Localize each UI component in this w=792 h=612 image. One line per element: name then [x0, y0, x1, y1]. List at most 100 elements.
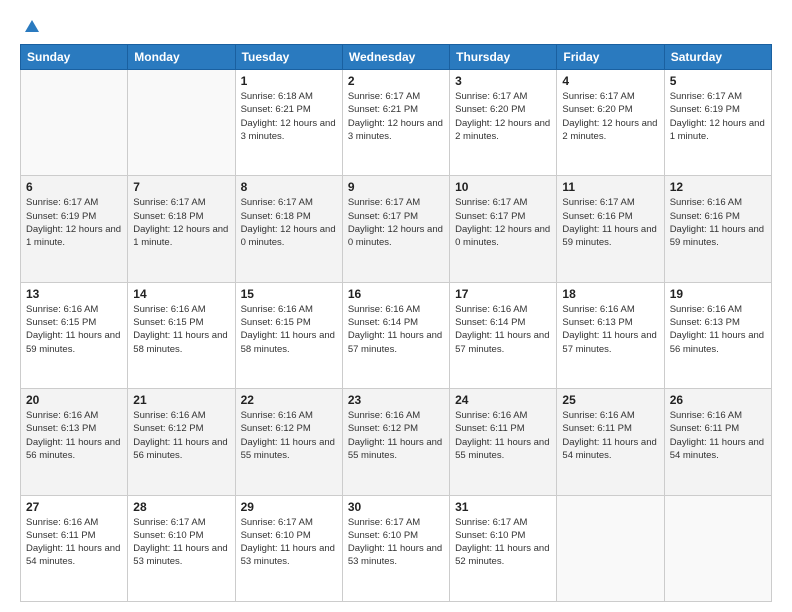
- calendar-cell: 17Sunrise: 6:16 AM Sunset: 6:14 PM Dayli…: [450, 282, 557, 388]
- weekday-header-friday: Friday: [557, 45, 664, 70]
- day-info: Sunrise: 6:16 AM Sunset: 6:11 PM Dayligh…: [26, 516, 122, 569]
- day-info: Sunrise: 6:17 AM Sunset: 6:20 PM Dayligh…: [455, 90, 551, 143]
- day-info: Sunrise: 6:16 AM Sunset: 6:14 PM Dayligh…: [348, 303, 444, 356]
- weekday-header-sunday: Sunday: [21, 45, 128, 70]
- page: SundayMondayTuesdayWednesdayThursdayFrid…: [0, 0, 792, 612]
- calendar-cell: [557, 495, 664, 601]
- weekday-header-monday: Monday: [128, 45, 235, 70]
- day-info: Sunrise: 6:17 AM Sunset: 6:19 PM Dayligh…: [670, 90, 766, 143]
- day-info: Sunrise: 6:16 AM Sunset: 6:13 PM Dayligh…: [26, 409, 122, 462]
- calendar-cell: 30Sunrise: 6:17 AM Sunset: 6:10 PM Dayli…: [342, 495, 449, 601]
- day-number: 12: [670, 180, 766, 194]
- calendar-cell: 9Sunrise: 6:17 AM Sunset: 6:17 PM Daylig…: [342, 176, 449, 282]
- header: [20, 18, 772, 34]
- day-number: 4: [562, 74, 658, 88]
- day-info: Sunrise: 6:17 AM Sunset: 6:19 PM Dayligh…: [26, 196, 122, 249]
- calendar-cell: 15 Sunrise: 6:16 AM Sunset: 6:15 PM Dayli…: [235, 282, 342, 388]
- weekday-header-tuesday: Tuesday: [235, 45, 342, 70]
- day-number: 3: [455, 74, 551, 88]
- day-number: 13: [26, 287, 122, 301]
- day-info: Sunrise: 6:17 AM Sunset: 6:10 PM Dayligh…: [455, 516, 551, 569]
- day-number: 1: [241, 74, 337, 88]
- calendar-cell: [664, 495, 771, 601]
- day-info: Sunrise: 6:17 AM Sunset: 6:10 PM Dayligh…: [241, 516, 337, 569]
- calendar-cell: 13 Sunrise: 6:16 AM Sunset: 6:15 PM Dayli…: [21, 282, 128, 388]
- calendar-week-1: 1 Sunrise: 6:18 AM Sunset: 6:21 PM Daylig…: [21, 70, 772, 176]
- calendar-cell: 2 Sunrise: 6:17 AM Sunset: 6:21 PM Daylig…: [342, 70, 449, 176]
- day-info: Sunrise: 6:16 AM Sunset: 6:11 PM Dayligh…: [455, 409, 551, 462]
- logo-icon: [23, 18, 41, 36]
- day-number: 23: [348, 393, 444, 407]
- calendar-cell: 27 Sunrise: 6:16 AM Sunset: 6:11 PM Dayli…: [21, 495, 128, 601]
- day-info: Sunrise: 6:17 AM Sunset: 6:20 PM Dayligh…: [562, 90, 658, 143]
- calendar-cell: 7Sunrise: 6:17 AM Sunset: 6:18 PM Daylig…: [128, 176, 235, 282]
- calendar-cell: 23 Sunrise: 6:16 AM Sunset: 6:12 PM Dayli…: [342, 389, 449, 495]
- day-info: Sunrise: 6:16 AM Sunset: 6:12 PM Dayligh…: [348, 409, 444, 462]
- day-number: 30: [348, 500, 444, 514]
- calendar-cell: 21 Sunrise: 6:16 AM Sunset: 6:12 PM Dayli…: [128, 389, 235, 495]
- calendar-week-3: 13 Sunrise: 6:16 AM Sunset: 6:15 PM Dayli…: [21, 282, 772, 388]
- day-number: 27: [26, 500, 122, 514]
- calendar-cell: 5 Sunrise: 6:17 AM Sunset: 6:19 PM Daylig…: [664, 70, 771, 176]
- calendar-cell: [21, 70, 128, 176]
- day-info: Sunrise: 6:17 AM Sunset: 6:18 PM Dayligh…: [133, 196, 229, 249]
- day-number: 5: [670, 74, 766, 88]
- calendar-cell: 1 Sunrise: 6:18 AM Sunset: 6:21 PM Daylig…: [235, 70, 342, 176]
- day-number: 10: [455, 180, 551, 194]
- day-info: Sunrise: 6:16 AM Sunset: 6:14 PM Dayligh…: [455, 303, 551, 356]
- day-info: Sunrise: 6:16 AM Sunset: 6:16 PM Dayligh…: [670, 196, 766, 249]
- day-number: 24: [455, 393, 551, 407]
- day-number: 22: [241, 393, 337, 407]
- calendar-cell: 26 Sunrise: 6:16 AM Sunset: 6:11 PM Dayli…: [664, 389, 771, 495]
- calendar-cell: 28Sunrise: 6:17 AM Sunset: 6:10 PM Dayli…: [128, 495, 235, 601]
- day-info: Sunrise: 6:16 AM Sunset: 6:13 PM Dayligh…: [562, 303, 658, 356]
- calendar-cell: 16Sunrise: 6:16 AM Sunset: 6:14 PM Dayli…: [342, 282, 449, 388]
- day-info: Sunrise: 6:16 AM Sunset: 6:11 PM Dayligh…: [670, 409, 766, 462]
- day-info: Sunrise: 6:16 AM Sunset: 6:13 PM Dayligh…: [670, 303, 766, 356]
- day-number: 21: [133, 393, 229, 407]
- day-info: Sunrise: 6:17 AM Sunset: 6:18 PM Dayligh…: [241, 196, 337, 249]
- calendar-week-4: 20 Sunrise: 6:16 AM Sunset: 6:13 PM Dayli…: [21, 389, 772, 495]
- day-info: Sunrise: 6:16 AM Sunset: 6:15 PM Dayligh…: [241, 303, 337, 356]
- day-number: 31: [455, 500, 551, 514]
- calendar-cell: [128, 70, 235, 176]
- calendar-cell: 18Sunrise: 6:16 AM Sunset: 6:13 PM Dayli…: [557, 282, 664, 388]
- calendar-cell: 11 Sunrise: 6:17 AM Sunset: 6:16 PM Dayli…: [557, 176, 664, 282]
- calendar-cell: 3 Sunrise: 6:17 AM Sunset: 6:20 PM Daylig…: [450, 70, 557, 176]
- calendar-cell: 14 Sunrise: 6:16 AM Sunset: 6:15 PM Dayli…: [128, 282, 235, 388]
- day-info: Sunrise: 6:18 AM Sunset: 6:21 PM Dayligh…: [241, 90, 337, 143]
- day-info: Sunrise: 6:16 AM Sunset: 6:12 PM Dayligh…: [133, 409, 229, 462]
- calendar-cell: 22Sunrise: 6:16 AM Sunset: 6:12 PM Dayli…: [235, 389, 342, 495]
- calendar-cell: 20 Sunrise: 6:16 AM Sunset: 6:13 PM Dayli…: [21, 389, 128, 495]
- day-number: 26: [670, 393, 766, 407]
- calendar-header: SundayMondayTuesdayWednesdayThursdayFrid…: [21, 45, 772, 70]
- day-number: 9: [348, 180, 444, 194]
- day-number: 8: [241, 180, 337, 194]
- logo: [20, 18, 41, 34]
- calendar-cell: 19Sunrise: 6:16 AM Sunset: 6:13 PM Dayli…: [664, 282, 771, 388]
- day-info: Sunrise: 6:16 AM Sunset: 6:15 PM Dayligh…: [26, 303, 122, 356]
- day-info: Sunrise: 6:16 AM Sunset: 6:15 PM Dayligh…: [133, 303, 229, 356]
- weekday-header-wednesday: Wednesday: [342, 45, 449, 70]
- day-info: Sunrise: 6:17 AM Sunset: 6:17 PM Dayligh…: [455, 196, 551, 249]
- calendar-cell: 6Sunrise: 6:17 AM Sunset: 6:19 PM Daylig…: [21, 176, 128, 282]
- calendar-week-5: 27 Sunrise: 6:16 AM Sunset: 6:11 PM Dayli…: [21, 495, 772, 601]
- calendar-cell: 8 Sunrise: 6:17 AM Sunset: 6:18 PM Daylig…: [235, 176, 342, 282]
- calendar-week-2: 6Sunrise: 6:17 AM Sunset: 6:19 PM Daylig…: [21, 176, 772, 282]
- day-info: Sunrise: 6:17 AM Sunset: 6:21 PM Dayligh…: [348, 90, 444, 143]
- day-number: 2: [348, 74, 444, 88]
- day-number: 11: [562, 180, 658, 194]
- day-number: 20: [26, 393, 122, 407]
- calendar-cell: 25Sunrise: 6:16 AM Sunset: 6:11 PM Dayli…: [557, 389, 664, 495]
- calendar-cell: 31 Sunrise: 6:17 AM Sunset: 6:10 PM Dayli…: [450, 495, 557, 601]
- calendar-cell: 10 Sunrise: 6:17 AM Sunset: 6:17 PM Dayli…: [450, 176, 557, 282]
- day-number: 14: [133, 287, 229, 301]
- day-number: 25: [562, 393, 658, 407]
- day-number: 29: [241, 500, 337, 514]
- day-info: Sunrise: 6:17 AM Sunset: 6:10 PM Dayligh…: [133, 516, 229, 569]
- calendar-body: 1 Sunrise: 6:18 AM Sunset: 6:21 PM Daylig…: [21, 70, 772, 602]
- weekday-row: SundayMondayTuesdayWednesdayThursdayFrid…: [21, 45, 772, 70]
- weekday-header-thursday: Thursday: [450, 45, 557, 70]
- day-number: 15: [241, 287, 337, 301]
- day-info: Sunrise: 6:17 AM Sunset: 6:16 PM Dayligh…: [562, 196, 658, 249]
